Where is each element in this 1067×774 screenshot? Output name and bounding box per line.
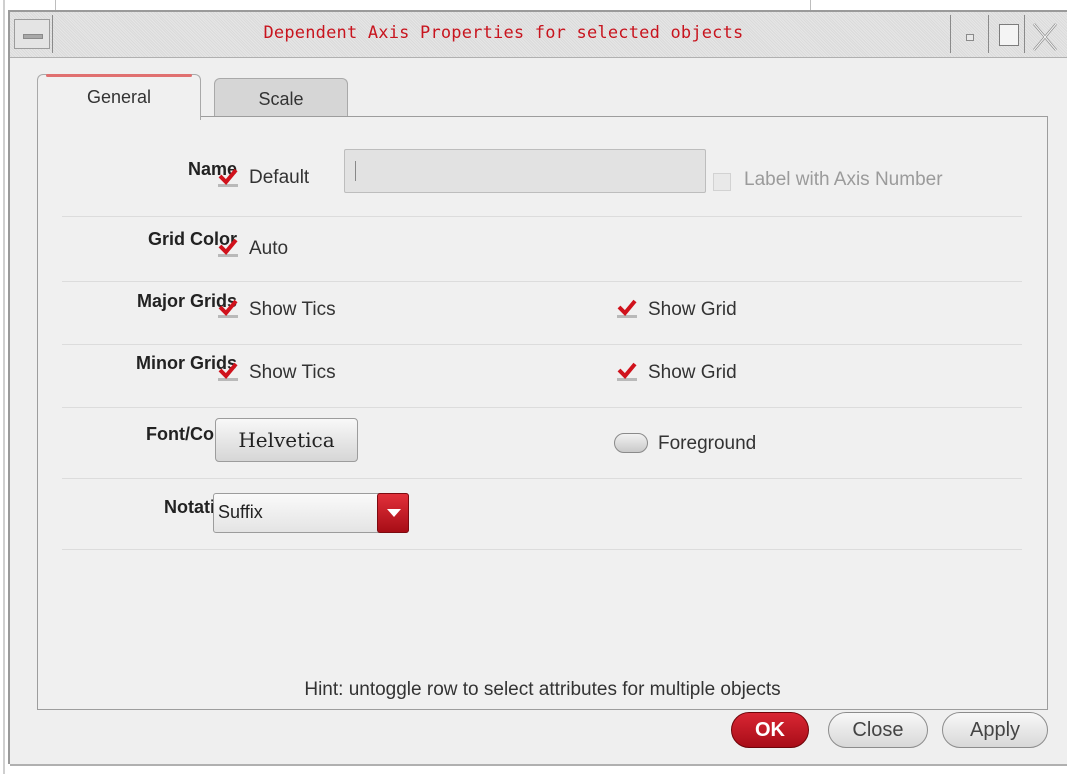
grid-color-auto-checkbox[interactable] xyxy=(217,237,239,259)
title-bar-divider xyxy=(1024,15,1025,53)
default-name-checkbox[interactable] xyxy=(217,167,239,189)
window-title: Dependent Axis Properties for selected o… xyxy=(263,23,744,43)
row-divider xyxy=(62,344,1022,345)
close-button[interactable]: Close xyxy=(828,712,928,748)
title-bar-divider xyxy=(950,15,951,53)
tab-general[interactable]: General xyxy=(37,74,201,120)
row-divider xyxy=(62,407,1022,408)
minor-show-grid-label: Show Grid xyxy=(648,362,737,383)
general-panel: Name Default Label with Axis Number Grid… xyxy=(37,116,1048,710)
check-mark-icon xyxy=(617,299,637,318)
check-mark-icon xyxy=(218,362,238,381)
minor-show-grid-checkbox[interactable] xyxy=(616,361,638,383)
color-label: Foreground xyxy=(658,433,757,454)
row-divider xyxy=(62,216,1022,217)
check-mark-icon xyxy=(218,238,238,257)
window-menu-button[interactable] xyxy=(14,19,50,49)
default-name-label: Default xyxy=(249,167,310,188)
minimize-button[interactable] xyxy=(957,21,985,49)
font-button[interactable]: Helvetica xyxy=(215,418,358,462)
row-divider xyxy=(62,549,1022,550)
check-mark-icon xyxy=(617,362,637,381)
label-with-axis-number-checkbox[interactable] xyxy=(713,173,731,191)
label-with-axis-number-label: Label with Axis Number xyxy=(744,169,943,190)
axis-name-field[interactable] xyxy=(344,149,706,193)
notation-selected-value: Suffix xyxy=(218,502,263,522)
check-mark-icon xyxy=(218,299,238,318)
major-show-tics-checkbox[interactable] xyxy=(217,298,239,320)
hint-text: Hint: untoggle row to select attributes … xyxy=(304,679,781,700)
dialog-window: Dependent Axis Properties for selected o… xyxy=(8,10,1067,766)
maximize-button[interactable] xyxy=(995,21,1023,49)
row-divider xyxy=(62,478,1022,479)
apply-button[interactable]: Apply xyxy=(942,712,1048,748)
minor-show-tics-checkbox[interactable] xyxy=(217,361,239,383)
ok-button[interactable]: OK xyxy=(731,712,809,748)
tab-scale[interactable]: Scale xyxy=(214,78,348,118)
title-bar-divider xyxy=(988,15,989,53)
notation-dropdown[interactable]: Suffix xyxy=(213,493,409,533)
major-show-tics-label: Show Tics xyxy=(249,299,336,320)
close-window-button[interactable] xyxy=(1027,21,1061,51)
major-show-grid-checkbox[interactable] xyxy=(616,298,638,320)
text-caret xyxy=(355,161,356,182)
dropdown-arrow-icon[interactable] xyxy=(377,493,409,533)
grid-color-auto-label: Auto xyxy=(249,238,289,259)
window-bottom-edge xyxy=(10,764,1067,766)
close-icon xyxy=(1033,23,1057,51)
row-divider xyxy=(62,281,1022,282)
major-show-grid-label: Show Grid xyxy=(648,299,737,320)
minor-show-tics-label: Show Tics xyxy=(249,362,336,383)
check-mark-icon xyxy=(218,168,238,187)
title-bar[interactable]: Dependent Axis Properties for selected o… xyxy=(10,12,1067,58)
desktop-edge xyxy=(0,0,7,774)
color-swatch-button[interactable] xyxy=(614,433,648,453)
